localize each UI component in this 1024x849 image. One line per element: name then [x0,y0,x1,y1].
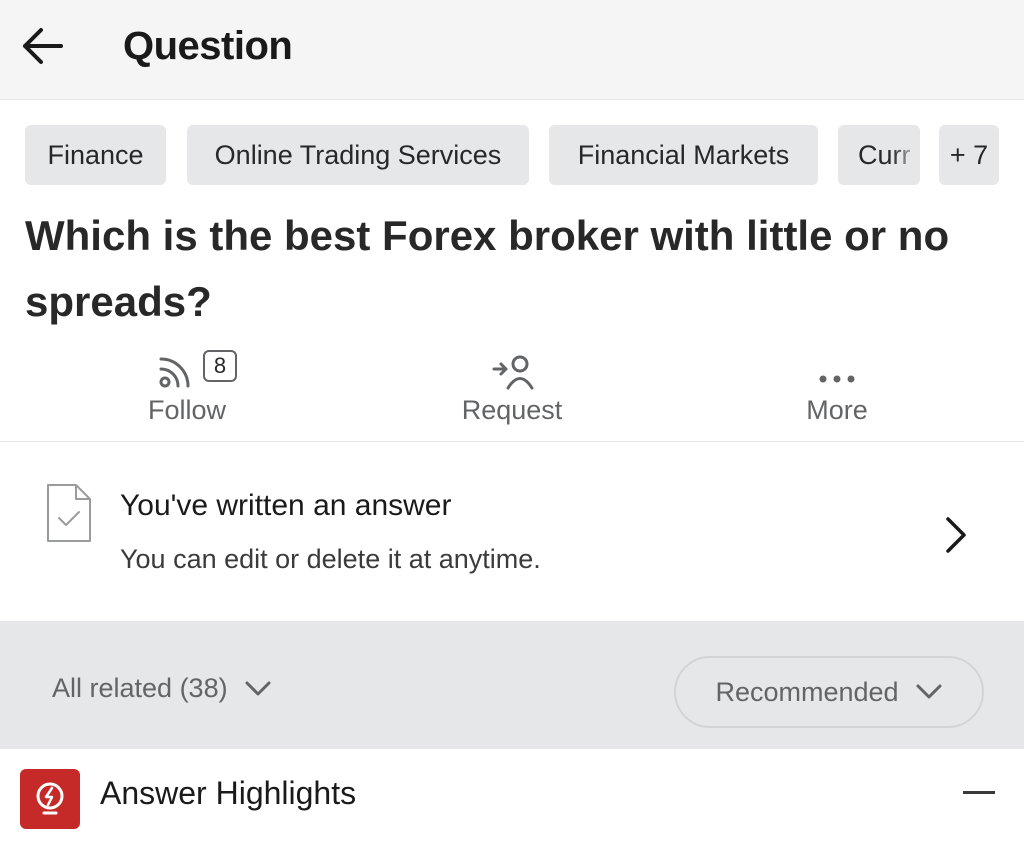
request-user-icon [492,355,534,390]
chevron-right-icon [946,517,966,553]
topic-chip-online-trading-services[interactable]: Online Trading Services [187,125,529,185]
topic-chip-label: Online Trading Services [214,139,502,170]
related-filter-bar: All related (38) Recommended [0,621,1024,749]
more-dots-icon [819,375,855,383]
topic-chips: Finance Online Trading Services Financia… [25,125,1005,185]
follow-button[interactable]: 8 Follow [87,345,287,442]
follow-label: Follow [147,395,227,425]
top-bar: Question [0,0,1024,100]
more-label: More [806,395,868,425]
topic-more-chip[interactable]: + 7 [939,125,999,185]
written-answer-title: You've written an answer [120,489,452,522]
topic-chip-finance[interactable]: Finance [25,125,166,185]
arrow-left-icon [23,28,63,64]
all-related-label: All related (38) [52,673,228,703]
topic-chip-label: Financial Markets [577,139,790,170]
answer-highlights-section: Answer Highlights [0,749,1024,849]
follower-count-badge: 8 [203,350,237,382]
follow-feed-icon [159,357,190,388]
lightbulb-icon [20,769,80,829]
request-button[interactable]: Request [412,345,612,442]
written-answer-banner[interactable]: You've written an answer You can edit or… [0,443,1024,621]
collapse-minus-icon[interactable] [963,791,995,794]
topic-chip-label: Curr [858,139,911,170]
topic-chip-financial-markets[interactable]: Financial Markets [549,125,818,185]
sort-dropdown[interactable]: Recommended [674,656,984,728]
topic-chip-label: Finance [47,139,144,170]
answer-highlights-title: Answer Highlights [100,775,357,811]
topic-more-label: + 7 [949,139,989,170]
question-title: Which is the best Forex broker with litt… [25,212,950,325]
document-check-icon [47,484,91,542]
request-label: Request [461,395,563,425]
all-related-dropdown[interactable]: All related (38) [52,673,272,704]
more-button[interactable]: More [737,345,937,442]
topic-chip-truncated[interactable]: Curr [838,125,920,185]
written-answer-subtitle: You can edit or delete it at anytime. [120,544,541,574]
question-actions: 8 Follow Request More [0,345,1024,442]
chevron-down-icon [245,681,271,695]
back-button[interactable] [18,24,66,68]
chevron-down-icon [916,684,942,699]
sort-label: Recommended [715,676,899,707]
page-title: Question [123,24,293,68]
